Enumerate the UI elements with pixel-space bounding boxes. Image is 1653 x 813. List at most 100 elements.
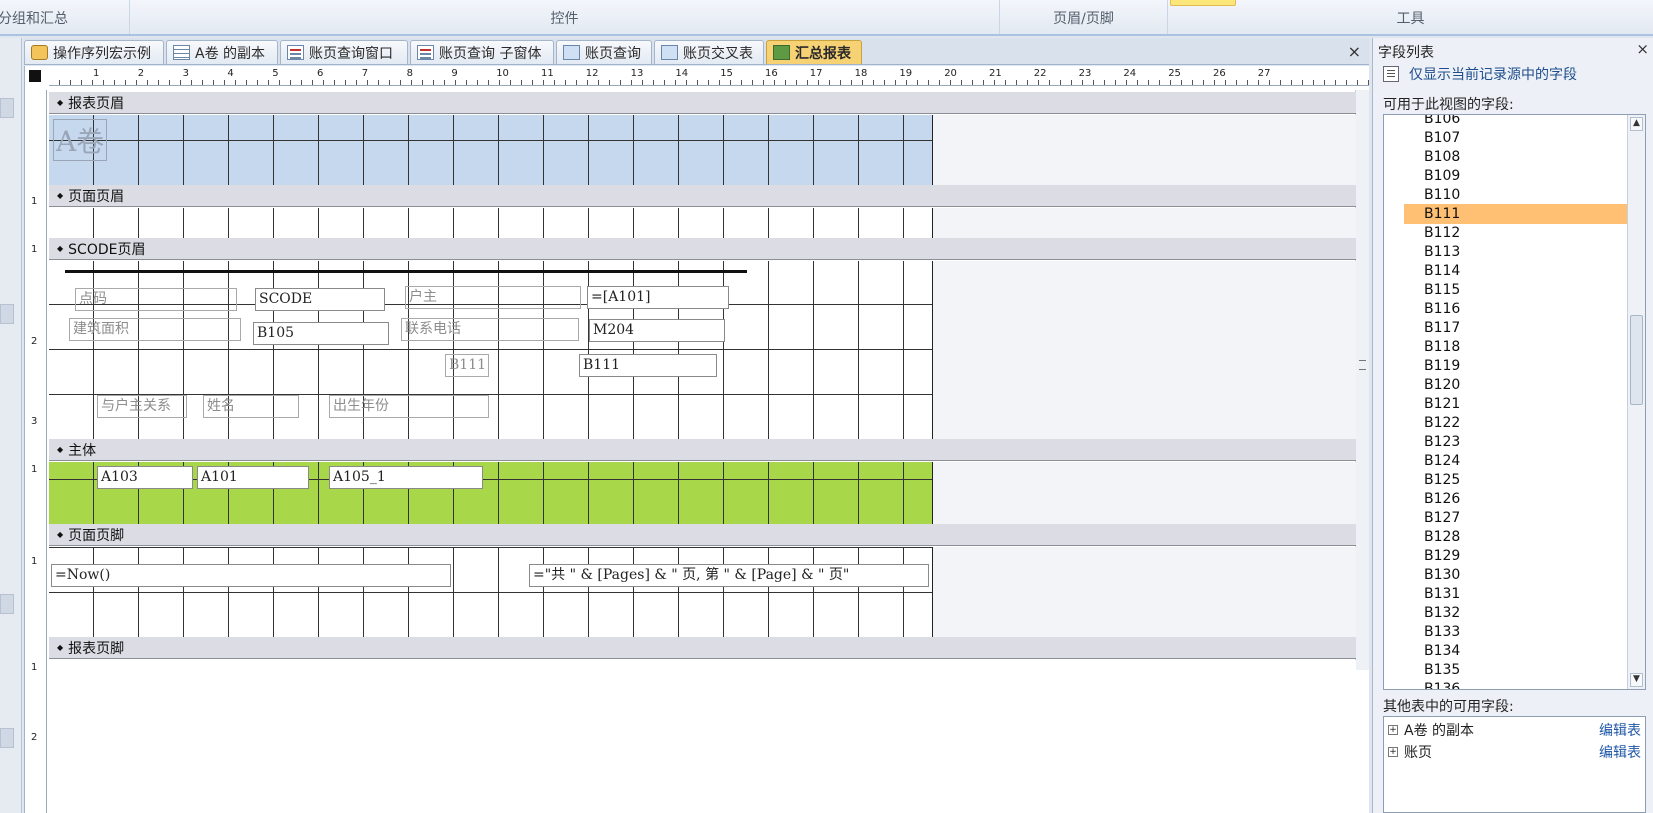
vertical-scrollbar[interactable]	[1355, 90, 1369, 670]
close-pane-icon[interactable]: ×	[1636, 40, 1649, 58]
scroll-down-icon[interactable]: ▼	[1630, 673, 1643, 687]
textbox-b111[interactable]: B111	[579, 354, 717, 377]
field-item[interactable]: B108	[1404, 147, 1628, 167]
field-item[interactable]: B126	[1404, 489, 1628, 509]
textbox-now[interactable]: =Now()	[51, 564, 451, 587]
available-fields-list[interactable]: B136 B135 B134 B133 B132 B131 B130 B129 B128 B127…	[1383, 114, 1646, 690]
other-table-row[interactable]: + 账页 编辑表	[1384, 741, 1645, 763]
section-bar-detail[interactable]: 主体	[49, 439, 1356, 461]
field-item[interactable]: B116	[1404, 299, 1628, 319]
field-item[interactable]: B130	[1404, 565, 1628, 585]
tab-ledger-query-window[interactable]: 账页查询窗口	[280, 40, 408, 64]
nav-item[interactable]	[0, 728, 14, 748]
field-item[interactable]: B133	[1404, 622, 1628, 642]
show-current-source-only-link[interactable]: 仅显示当前记录源中的字段	[1383, 64, 1577, 84]
expand-icon[interactable]: +	[1388, 725, 1398, 735]
ribbon-tooltip-badge	[1170, 0, 1236, 6]
label-dianma[interactable]: 点码	[75, 288, 237, 311]
textbox-a101[interactable]: A101	[197, 466, 309, 489]
scroll-up-icon[interactable]: ▲	[1630, 117, 1643, 131]
textbox-m204[interactable]: M204	[589, 319, 725, 342]
label-xingming[interactable]: 姓名	[203, 395, 299, 418]
field-item[interactable]: B109	[1404, 166, 1628, 186]
field-item[interactable]: B121	[1404, 394, 1628, 414]
tab-ledger-crosstab[interactable]: 账页交叉表	[654, 40, 764, 64]
field-item[interactable]: B122	[1404, 413, 1628, 433]
tab-ledger-subform[interactable]: 账页查询 子窗体	[410, 40, 554, 64]
label-b111[interactable]: B111	[445, 354, 489, 377]
textbox-b105[interactable]: B105	[253, 322, 389, 345]
field-item[interactable]: B125	[1404, 470, 1628, 490]
navigation-pane-collapsed[interactable]	[0, 38, 22, 813]
select-report-button[interactable]	[29, 70, 41, 82]
field-item[interactable]: B117	[1404, 318, 1628, 338]
edit-table-link[interactable]: 编辑表	[1599, 742, 1641, 762]
ruler-number: 2	[31, 336, 38, 348]
field-item[interactable]: B120	[1404, 375, 1628, 395]
nav-item[interactable]	[0, 594, 14, 614]
textbox-a103[interactable]: A103	[97, 466, 193, 489]
field-item[interactable]: B128	[1404, 527, 1628, 547]
section-bar-report-header[interactable]: 报表页眉	[49, 92, 1356, 114]
field-item[interactable]: B119	[1404, 356, 1628, 376]
field-item[interactable]: B123	[1404, 432, 1628, 452]
field-item[interactable]: B107	[1404, 128, 1628, 148]
field-item[interactable]: B115	[1404, 280, 1628, 300]
other-tables-list: + A卷 的副本 编辑表 + 账页 编辑表	[1383, 716, 1646, 813]
section-bar-page-footer[interactable]: 页面页脚	[49, 524, 1356, 546]
section-page-header[interactable]	[49, 208, 1356, 238]
label-yu-huzhu-guanxi[interactable]: 与户主关系	[97, 395, 187, 418]
field-item[interactable]: B129	[1404, 546, 1628, 566]
field-item[interactable]: B131	[1404, 584, 1628, 604]
textbox-a105-1[interactable]: A105_1	[329, 466, 483, 489]
tab-a-copy[interactable]: A卷 的副本	[166, 40, 278, 64]
label-jianzhu-mianji[interactable]: 建筑面积	[69, 318, 241, 341]
field-item[interactable]: B132	[1404, 603, 1628, 623]
section-scode-header[interactable]: 点码 SCODE 户主 =[A101] 建筑面积 B105 联系电话 M204 …	[49, 261, 1356, 439]
field-item[interactable]: B113	[1404, 242, 1628, 262]
label-huzhu[interactable]: 户主	[405, 286, 581, 309]
ribbon-group-tools: 工具	[1168, 0, 1653, 34]
field-item[interactable]: B110	[1404, 185, 1628, 205]
field-item[interactable]: B127	[1404, 508, 1628, 528]
expand-icon[interactable]: +	[1388, 747, 1398, 757]
field-list-scrollbar[interactable]: ▲ ▼	[1627, 115, 1645, 689]
tab-macro-example[interactable]: 操作序列宏示例	[24, 40, 164, 64]
field-item[interactable]: B134	[1404, 641, 1628, 661]
tab-ledger-query[interactable]: 账页查询	[556, 40, 652, 64]
label-chusheng-nianfen[interactable]: 出生年份	[329, 395, 489, 418]
report-title-label[interactable]: A卷	[53, 119, 108, 161]
textbox-scode[interactable]: SCODE	[255, 288, 385, 311]
nav-item[interactable]	[0, 304, 14, 324]
section-bar-scode-header[interactable]: SCODE页眉	[49, 238, 1356, 260]
tab-summary-report[interactable]: 汇总报表	[766, 40, 862, 64]
field-item[interactable]: B135	[1404, 660, 1628, 680]
section-bar-report-footer[interactable]: 报表页脚	[49, 637, 1356, 659]
textbox-page-count[interactable]: ="共 " & [Pages] & " 页, 第 " & [Page] & " …	[529, 564, 929, 587]
textbox-a101-expr[interactable]: =[A101]	[587, 286, 729, 309]
separator-line[interactable]	[65, 270, 747, 273]
section-report-header[interactable]: A卷	[49, 115, 1356, 185]
nav-item[interactable]	[0, 98, 14, 118]
scroll-thumb[interactable]	[1630, 315, 1643, 405]
section-page-footer[interactable]: =Now() ="共 " & [Pages] & " 页, 第 " & [Pag…	[49, 547, 1356, 637]
section-detail[interactable]: A103 A101 A105_1	[49, 462, 1356, 524]
field-item[interactable]: B118	[1404, 337, 1628, 357]
field-item[interactable]: B124	[1404, 451, 1628, 471]
label-lianxi-dianhua[interactable]: 联系电话	[401, 318, 579, 341]
section-report-footer[interactable]	[49, 660, 1356, 813]
close-document-icon[interactable]: ×	[1348, 42, 1361, 61]
section-bar-page-header[interactable]: 页面页眉	[49, 185, 1356, 207]
field-item[interactable]: B112	[1404, 223, 1628, 243]
table-icon	[173, 45, 190, 60]
edit-table-link[interactable]: 编辑表	[1599, 720, 1641, 740]
field-item[interactable]: B136	[1404, 679, 1628, 689]
field-item[interactable]: B111	[1404, 204, 1628, 224]
field-list-icon	[1383, 66, 1399, 82]
other-table-row[interactable]: + A卷 的副本 编辑表	[1384, 719, 1645, 741]
vertical-ruler[interactable]: 1 1 2 3 1 1 1 2	[25, 90, 47, 813]
form-icon	[417, 45, 434, 60]
horizontal-ruler[interactable]: 1 2 3 4 5 6 7 8 9 10 11 12 13 14 15 16 17 18 19 20 21 22 23 24 2…	[49, 68, 1369, 86]
field-item[interactable]: B114	[1404, 261, 1628, 281]
field-item[interactable]: B106	[1404, 115, 1628, 129]
